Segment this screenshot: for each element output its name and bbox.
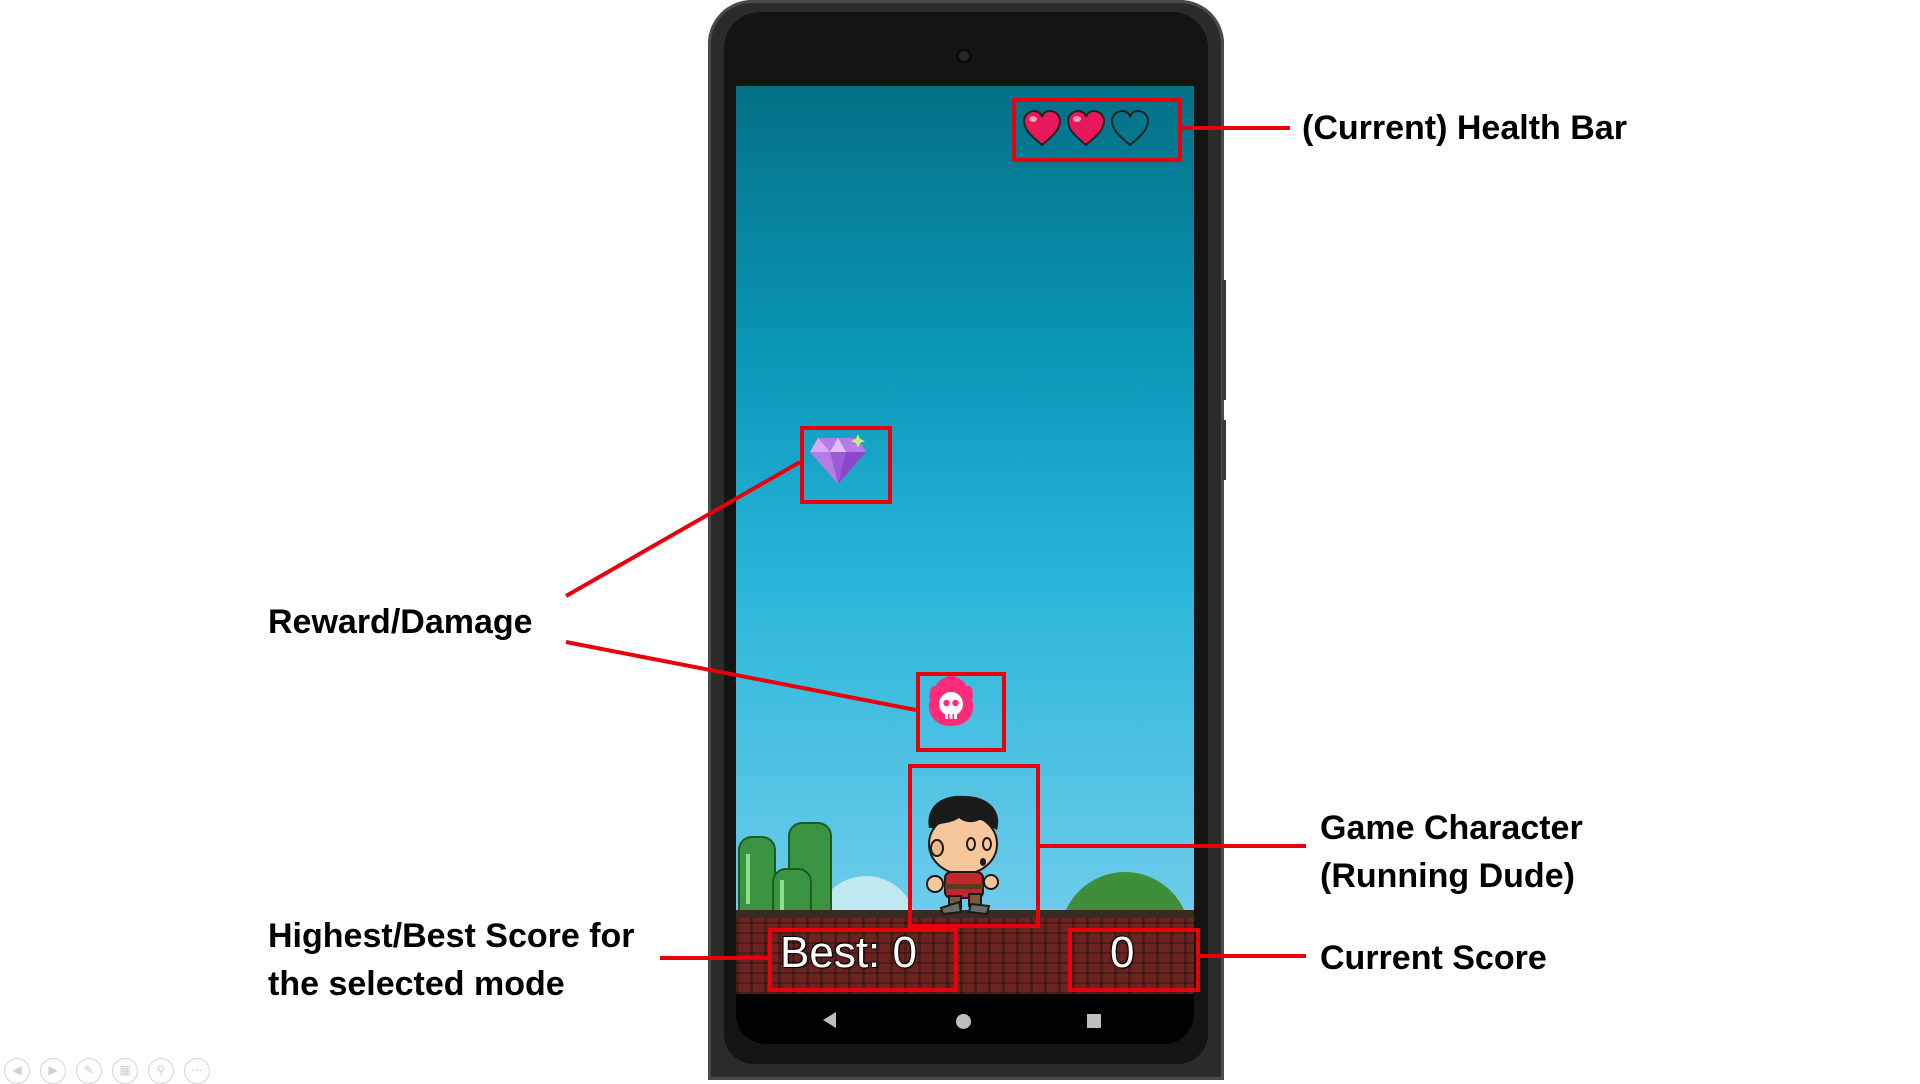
slide-toolbar: ◀ ▶ ✎ ▦ ⚲ ⋯ [4,1058,210,1084]
slides-grid-icon[interactable]: ▦ [112,1058,138,1084]
next-slide-icon[interactable]: ▶ [40,1058,66,1084]
power-button [1222,420,1226,480]
label-reward-damage: Reward/Damage [268,603,533,641]
label-current-score: Current Score [1320,939,1547,977]
nav-back-icon[interactable] [823,1012,836,1028]
volume-button [1222,280,1226,400]
label-character-line2: (Running Dude) [1320,857,1575,895]
slide: Best: 0 0 (Current) Health Bar Reward/Da… [0,0,1920,1084]
more-icon[interactable]: ⋯ [184,1058,210,1084]
label-health-bar: (Current) Health Bar [1302,109,1627,147]
reward-highlight [800,426,892,504]
pen-icon[interactable]: ✎ [76,1058,102,1084]
background-pipe [738,836,776,920]
front-camera [956,48,972,64]
nav-recent-apps-icon[interactable] [1087,1014,1101,1028]
zoom-icon[interactable]: ⚲ [148,1058,174,1084]
nav-home-icon[interactable] [956,1014,971,1029]
health-bar-highlight [1012,98,1182,162]
label-best-line2: the selected mode [268,965,565,1003]
label-character-line1: Game Character [1320,809,1583,847]
damage-highlight [916,672,1006,752]
current-score-highlight [1068,928,1200,992]
character-highlight [908,764,1040,928]
best-score-highlight [768,928,958,992]
label-best-line1: Highest/Best Score for [268,917,635,955]
prev-slide-icon[interactable]: ◀ [4,1058,30,1084]
